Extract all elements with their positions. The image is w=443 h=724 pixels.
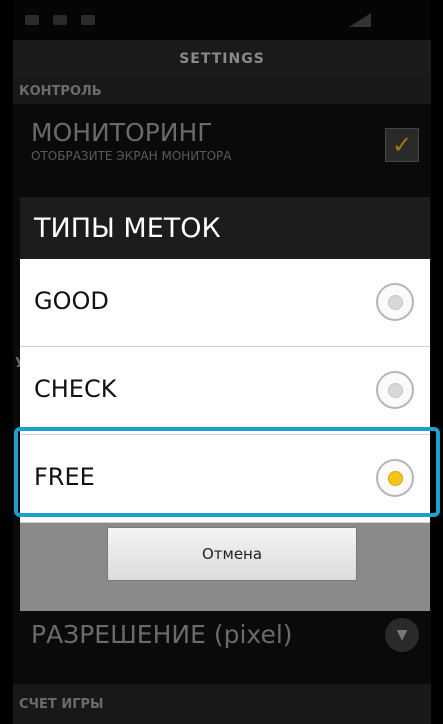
dropdown-icon[interactable]: ▼ — [385, 618, 419, 652]
monitoring-title: МОНИТОРИНГ — [31, 118, 213, 147]
monitoring-checkbox[interactable]: ✓ — [385, 128, 419, 162]
status-bar — [13, 0, 431, 40]
status-icon — [81, 15, 95, 25]
status-icon — [53, 15, 67, 25]
dialog-footer: Отмена — [20, 523, 430, 611]
status-icon — [25, 15, 39, 25]
label-type-dialog: ТИПЫ МЕТОК GOOD CHECK FREE Отмена — [20, 197, 430, 611]
monitoring-setting[interactable]: МОНИТОРИНГ ОТОБРАЗИТЕ ЭКРАН МОНИТОРА — [31, 118, 232, 163]
section-header-control: КОНТРОЛЬ — [13, 78, 431, 104]
monitoring-subtitle: ОТОБРАЗИТЕ ЭКРАН МОНИТОРА — [31, 149, 232, 163]
dialog-title: ТИПЫ МЕТОК — [20, 197, 430, 259]
signal-icon — [349, 13, 371, 27]
radio-icon[interactable] — [376, 283, 414, 321]
radio-icon[interactable] — [376, 371, 414, 409]
checkbox-icon: ✓ — [391, 131, 413, 159]
resolution-title: РАЗРЕШЕНИЕ (pixel) — [31, 620, 293, 649]
option-check[interactable]: CHECK — [20, 347, 430, 435]
resolution-setting[interactable]: РАЗРЕШЕНИЕ (pixel) — [31, 620, 293, 649]
selection-highlight — [14, 427, 440, 517]
option-label: GOOD — [34, 287, 109, 315]
section-header-score: СЧЕТ ИГРЫ — [13, 684, 431, 724]
option-label: CHECK — [34, 375, 117, 403]
page-title: SETTINGS — [13, 40, 431, 78]
option-good[interactable]: GOOD — [20, 259, 430, 347]
dialog-title-text: ТИПЫ МЕТОК — [34, 212, 221, 244]
cancel-button[interactable]: Отмена — [107, 527, 357, 581]
